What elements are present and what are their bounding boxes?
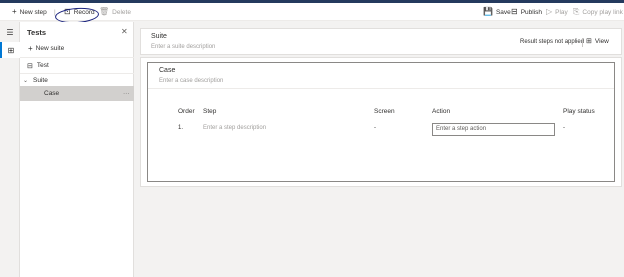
case-divider bbox=[148, 88, 614, 89]
step-action-input[interactable]: Enter a step action bbox=[432, 123, 555, 136]
panel-title: Tests bbox=[27, 28, 47, 37]
column-header-order: Order bbox=[178, 108, 195, 115]
save-button[interactable]: 💾 Save bbox=[483, 3, 511, 21]
delete-label: Delete bbox=[112, 8, 131, 16]
step-order: 1. bbox=[178, 125, 184, 131]
hamburger-icon[interactable]: ☰ bbox=[0, 24, 20, 40]
result-status-text: Result steps not applied bbox=[520, 39, 585, 45]
test-item[interactable]: ⊟ Test bbox=[20, 58, 134, 73]
suite-description-field[interactable]: Enter a suite description bbox=[151, 44, 215, 50]
command-bar: + New step | ⊡ Record 🗑 Delete 💾 Save ⊟ … bbox=[0, 3, 624, 25]
case-label: Case bbox=[44, 90, 60, 97]
trash-icon: 🗑 bbox=[99, 7, 110, 16]
case-name[interactable]: Case bbox=[159, 67, 175, 74]
publish-label: Publish bbox=[520, 8, 543, 16]
suite-name[interactable]: Suite bbox=[151, 33, 167, 40]
publish-icon: ⊟ bbox=[511, 7, 518, 16]
save-label: Save bbox=[495, 8, 511, 16]
step-description-field[interactable]: Enter a step description bbox=[203, 125, 266, 131]
step-screen: - bbox=[374, 125, 376, 131]
case-description-field[interactable]: Enter a case description bbox=[159, 78, 223, 84]
new-step-button[interactable]: + New step bbox=[12, 3, 47, 21]
new-step-label: New step bbox=[19, 8, 47, 16]
view-button[interactable]: ⊞ View bbox=[586, 37, 609, 46]
test-icon: ⊟ bbox=[27, 62, 33, 70]
view-label: View bbox=[594, 37, 609, 45]
play-icon: ▷ bbox=[546, 7, 553, 16]
suite-label: Suite bbox=[33, 77, 48, 84]
delete-button[interactable]: 🗑 Delete bbox=[99, 3, 131, 21]
case-container: Case Enter a case description Order Step… bbox=[140, 57, 622, 187]
tests-nav-icon[interactable]: ⊞ bbox=[0, 42, 20, 58]
column-header-action: Action bbox=[432, 108, 451, 115]
plus-icon: + bbox=[28, 44, 33, 53]
case-card: Case Enter a case description Order Step… bbox=[147, 62, 615, 182]
close-icon[interactable]: ✕ bbox=[121, 27, 128, 36]
link-icon: ⎘ bbox=[573, 7, 580, 16]
column-header-screen: Screen bbox=[374, 108, 395, 115]
play-button[interactable]: ▷ Play bbox=[546, 3, 568, 21]
column-header-play-status: Play status bbox=[563, 108, 595, 115]
save-icon: 💾 bbox=[483, 7, 493, 16]
tests-tree-panel: Tests ✕ + New suite ⊟ Test ⌄ Suite Case … bbox=[20, 22, 134, 277]
view-separator bbox=[582, 38, 583, 47]
column-header-step: Step bbox=[203, 108, 217, 115]
copy-play-link-label: Copy play link bbox=[582, 8, 623, 16]
play-label: Play bbox=[555, 8, 568, 16]
plus-icon: + bbox=[12, 7, 17, 16]
left-nav-rail: ☰ ⊞ bbox=[0, 22, 20, 277]
case-item[interactable]: Case ··· bbox=[20, 86, 134, 101]
more-icon[interactable]: ··· bbox=[123, 90, 130, 97]
view-icon: ⊞ bbox=[586, 38, 592, 45]
copy-play-link-button[interactable]: ⎘ Copy play link bbox=[573, 3, 623, 21]
chevron-down-icon: ⌄ bbox=[23, 78, 29, 84]
step-play-status: - bbox=[563, 125, 565, 131]
new-suite-button[interactable]: + New suite bbox=[20, 41, 134, 56]
test-label: Test bbox=[36, 62, 49, 69]
publish-button[interactable]: ⊟ Publish bbox=[511, 3, 542, 21]
new-suite-label: New suite bbox=[35, 45, 65, 52]
suite-header-card: Suite Enter a suite description Result s… bbox=[140, 28, 622, 55]
